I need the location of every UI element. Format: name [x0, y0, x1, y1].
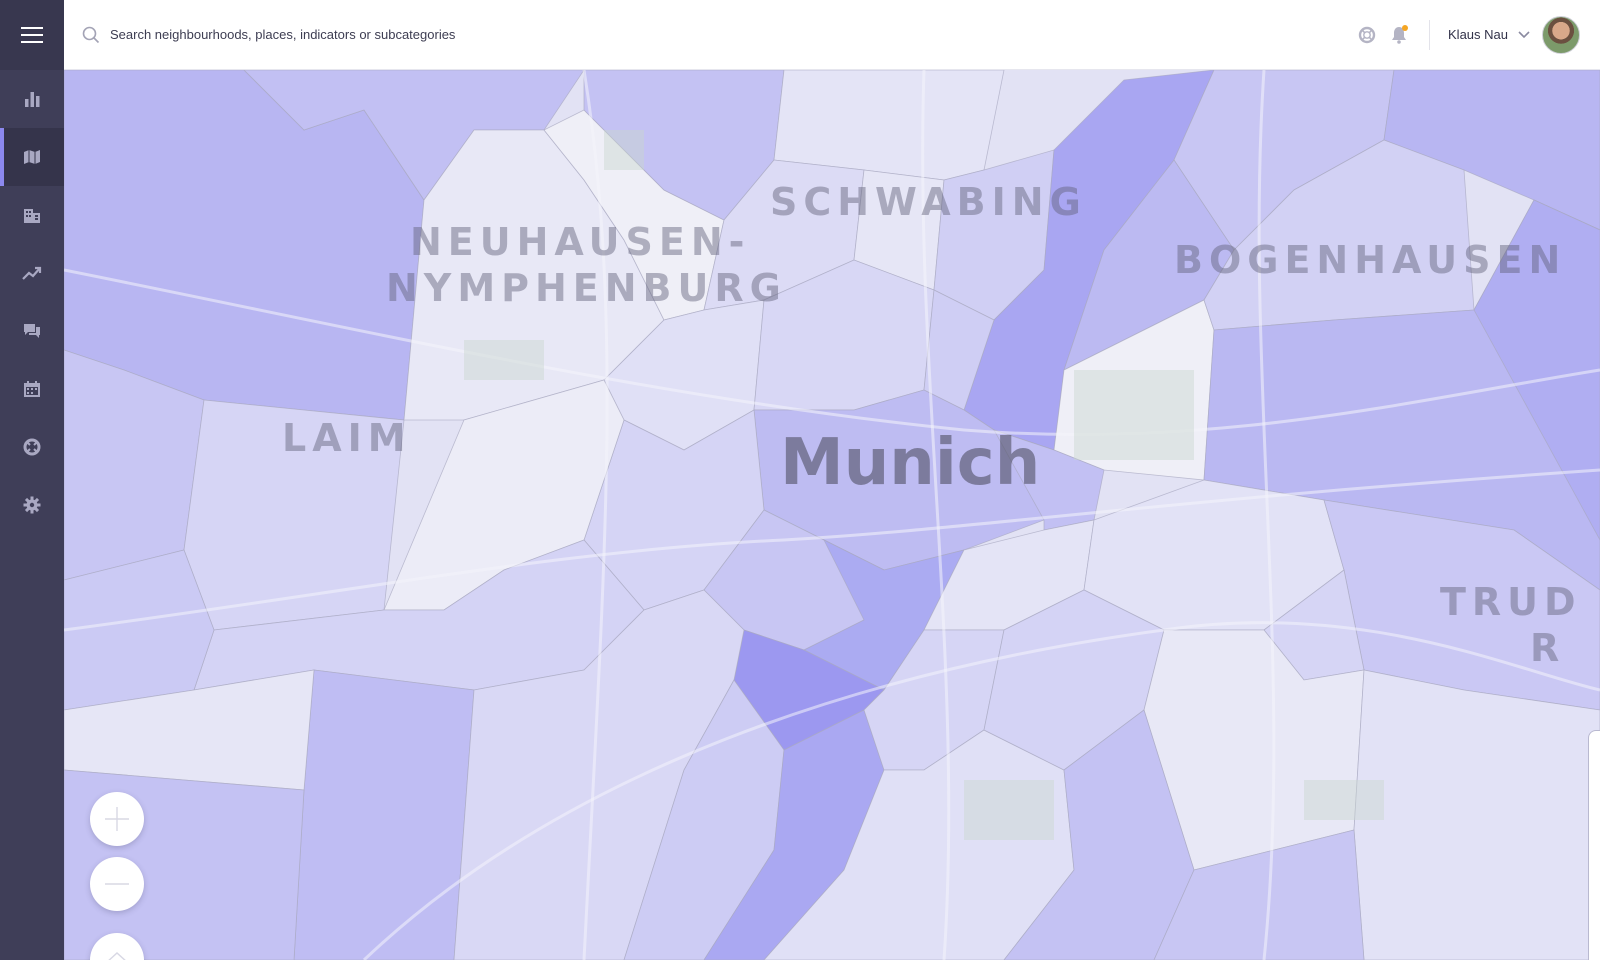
chevron-down-icon [1518, 30, 1530, 38]
buildings-icon [24, 209, 40, 223]
gear-icon [23, 496, 41, 514]
map-canvas[interactable]: SCHWABING NEUHAUSEN- NYMPHENBURG BOGENHA… [64, 70, 1600, 960]
bar-chart-icon [25, 92, 40, 107]
help-icon [1358, 26, 1376, 43]
calendar-icon [24, 381, 40, 397]
side-panel-handle[interactable] [1588, 730, 1600, 960]
top-bar: Klaus Nau [64, 0, 1600, 70]
menu-button[interactable] [0, 0, 64, 70]
search-icon [82, 26, 100, 43]
district-sendling-west [293, 669, 475, 960]
chevron-up-icon [108, 952, 126, 960]
sidebar-item-map[interactable] [0, 128, 64, 186]
sidebar-item-calendar[interactable] [0, 360, 64, 418]
hamburger-icon [21, 27, 43, 43]
avatar[interactable] [1542, 15, 1580, 54]
minus-icon [105, 883, 129, 885]
search-bar [64, 26, 1351, 44]
sidebar-item-support[interactable] [0, 418, 64, 476]
lifebuoy-icon [23, 438, 41, 456]
zoom-in-button[interactable] [90, 792, 144, 846]
search-input[interactable] [110, 27, 750, 42]
help-button[interactable] [1351, 19, 1383, 51]
notification-dot [1402, 24, 1409, 31]
chat-icon [24, 324, 40, 338]
district-west-a [64, 70, 425, 421]
sidebar-item-messages[interactable] [0, 302, 64, 360]
header-divider [1429, 19, 1431, 50]
notifications-button[interactable] [1383, 19, 1415, 51]
zoom-out-button[interactable] [90, 857, 144, 911]
sidebar [0, 0, 64, 960]
district-laim-north [183, 399, 405, 631]
sidebar-item-trends[interactable] [0, 244, 64, 302]
district-southeast [1353, 669, 1600, 960]
sidebar-item-settings[interactable] [0, 476, 64, 534]
district-west-south [64, 549, 215, 711]
choropleth-layer [64, 70, 1600, 960]
sidebar-item-buildings[interactable] [0, 186, 64, 244]
trending-up-icon [22, 266, 42, 280]
plus-icon [105, 807, 129, 831]
user-name: Klaus Nau [1448, 27, 1508, 42]
header-actions: Klaus Nau [1351, 0, 1600, 69]
map-icon [24, 150, 40, 164]
user-menu-toggle[interactable] [1518, 30, 1530, 39]
sidebar-item-dashboard[interactable] [0, 70, 64, 128]
